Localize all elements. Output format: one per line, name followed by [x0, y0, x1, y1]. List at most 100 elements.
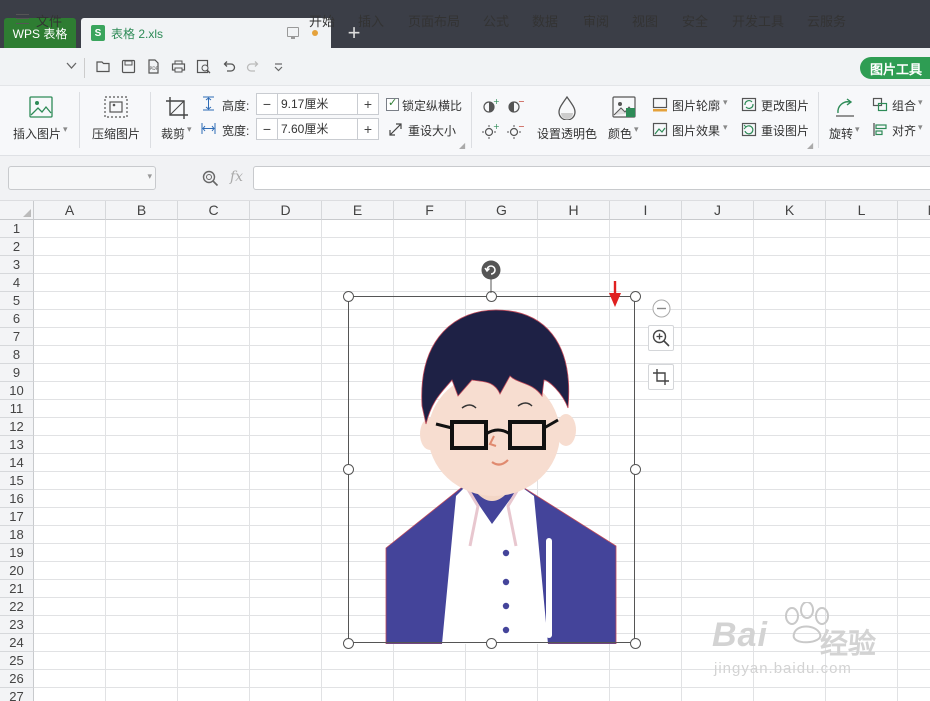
undo-icon[interactable] — [221, 59, 236, 74]
column-header[interactable]: D — [250, 201, 322, 220]
row-header[interactable]: 16 — [0, 490, 34, 508]
dropdown-arrow-icon[interactable]: ▾ — [187, 124, 192, 135]
redo-icon[interactable] — [246, 59, 261, 74]
row-header[interactable]: 25 — [0, 652, 34, 670]
rotate-button[interactable]: 旋转 — [829, 125, 853, 142]
width-stepper[interactable]: − 7.60厘米 + — [256, 118, 379, 140]
lock-ratio-checkbox[interactable] — [386, 96, 399, 111]
rotate-icon[interactable] — [832, 96, 856, 120]
row-header[interactable]: 7 — [0, 328, 34, 346]
align-icon[interactable] — [872, 122, 888, 137]
preview-zoom-button[interactable] — [648, 325, 674, 351]
dropdown-arrow-icon[interactable]: ▾ — [918, 122, 923, 133]
lock-ratio-label[interactable]: 锁定纵横比 — [402, 97, 462, 114]
column-header[interactable]: L — [826, 201, 898, 220]
row-header[interactable]: 27 — [0, 688, 34, 701]
rotate-handle-icon[interactable] — [481, 260, 501, 280]
row-header[interactable]: 24 — [0, 634, 34, 652]
width-input[interactable]: 7.60厘米 — [277, 119, 358, 139]
menu-page-layout[interactable]: 页面布局 — [408, 11, 460, 30]
picture-effect-icon[interactable] — [652, 122, 668, 137]
monitor-icon[interactable] — [287, 27, 299, 39]
insert-picture-icon[interactable] — [29, 96, 53, 118]
open-folder-icon[interactable] — [96, 59, 111, 74]
row-header[interactable]: 20 — [0, 562, 34, 580]
select-all-corner[interactable] — [0, 201, 34, 220]
row-header[interactable]: 18 — [0, 526, 34, 544]
column-header[interactable]: F — [394, 201, 466, 220]
resize-handle-top-left[interactable] — [343, 291, 354, 302]
menu-security[interactable]: 安全 — [682, 11, 708, 30]
picture-outline-button[interactable]: 图片轮廓 — [672, 97, 720, 114]
row-header[interactable]: 2 — [0, 238, 34, 256]
resize-handle-bottom[interactable] — [486, 638, 497, 649]
crop-button[interactable]: 裁剪 — [161, 125, 185, 142]
dropdown-arrow-icon[interactable]: ▾ — [918, 97, 923, 108]
row-header[interactable]: 13 — [0, 436, 34, 454]
reset-picture-icon[interactable] — [741, 122, 757, 137]
row-header[interactable]: 4 — [0, 274, 34, 292]
row-header[interactable]: 26 — [0, 670, 34, 688]
increase-contrast-icon[interactable]: + — [481, 123, 499, 139]
dialog-launcher-icon[interactable]: ◢ — [459, 141, 465, 150]
row-header[interactable]: 17 — [0, 508, 34, 526]
width-decrease-button[interactable]: − — [257, 119, 277, 139]
picture-outline-icon[interactable] — [652, 97, 668, 112]
change-picture-icon[interactable] — [741, 97, 757, 112]
resize-handle-right[interactable] — [630, 464, 641, 475]
dropdown-arrow-icon[interactable]: ▾ — [63, 124, 68, 135]
height-decrease-button[interactable]: − — [257, 94, 277, 114]
height-increase-button[interactable]: + — [358, 94, 378, 114]
save-icon[interactable] — [121, 59, 136, 74]
menu-insert[interactable]: 插入 — [358, 11, 384, 30]
menu-cloud[interactable]: 云服务 — [807, 11, 846, 30]
reset-size-icon[interactable] — [388, 122, 403, 137]
menu-developer[interactable]: 开发工具 — [732, 11, 784, 30]
column-header[interactable]: M — [898, 201, 930, 220]
change-picture-button[interactable]: 更改图片 — [761, 97, 809, 114]
function-icon[interactable]: fx — [230, 169, 243, 185]
picture-color-icon[interactable] — [612, 96, 636, 118]
menu-view[interactable]: 视图 — [632, 11, 658, 30]
group-icon[interactable] — [872, 97, 888, 112]
dialog-launcher-icon[interactable]: ◢ — [807, 141, 813, 150]
align-button[interactable]: 对齐 — [892, 122, 916, 139]
row-header[interactable]: 1 — [0, 220, 34, 238]
set-transparent-button[interactable]: 设置透明色 — [537, 125, 597, 142]
dropdown-arrow-icon[interactable]: ▾ — [855, 124, 860, 135]
height-stepper[interactable]: − 9.17厘米 + — [256, 93, 379, 115]
tab-document[interactable]: S 表格 2.xls — [81, 18, 331, 48]
row-header[interactable]: 5 — [0, 292, 34, 310]
column-header[interactable]: I — [610, 201, 682, 220]
resize-handle-bottom-left[interactable] — [343, 638, 354, 649]
print-preview-icon[interactable] — [196, 59, 211, 74]
column-header[interactable]: G — [466, 201, 538, 220]
collapse-icon[interactable] — [652, 299, 671, 318]
dropdown-arrow-icon[interactable]: ▾ — [723, 97, 728, 108]
row-header[interactable]: 19 — [0, 544, 34, 562]
row-header[interactable]: 10 — [0, 382, 34, 400]
row-header[interactable]: 9 — [0, 364, 34, 382]
row-header[interactable]: 6 — [0, 310, 34, 328]
row-header[interactable]: 15 — [0, 472, 34, 490]
resize-handle-top-right[interactable] — [630, 291, 641, 302]
row-header[interactable]: 12 — [0, 418, 34, 436]
color-button[interactable]: 颜色 — [608, 125, 632, 142]
customize-quick-access-icon[interactable] — [273, 59, 284, 74]
compress-picture-icon[interactable] — [104, 96, 128, 118]
reset-size-button[interactable]: 重设大小 — [408, 122, 456, 139]
export-pdf-icon[interactable]: PDF — [146, 59, 161, 74]
row-header[interactable]: 8 — [0, 346, 34, 364]
menu-home[interactable]: 开始 — [309, 11, 335, 30]
width-increase-button[interactable]: + — [358, 119, 378, 139]
column-header[interactable]: K — [754, 201, 826, 220]
menu-review[interactable]: 审阅 — [583, 11, 609, 30]
menu-formulas[interactable]: 公式 — [483, 11, 509, 30]
menu-picture-tools[interactable]: 图片工具 — [860, 57, 930, 79]
picture-effect-button[interactable]: 图片效果 — [672, 122, 720, 139]
column-header[interactable]: A — [34, 201, 106, 220]
zoom-search-icon[interactable] — [202, 170, 219, 187]
row-header[interactable]: 23 — [0, 616, 34, 634]
column-header[interactable]: H — [538, 201, 610, 220]
compress-picture-button[interactable]: 压缩图片 — [92, 125, 140, 142]
